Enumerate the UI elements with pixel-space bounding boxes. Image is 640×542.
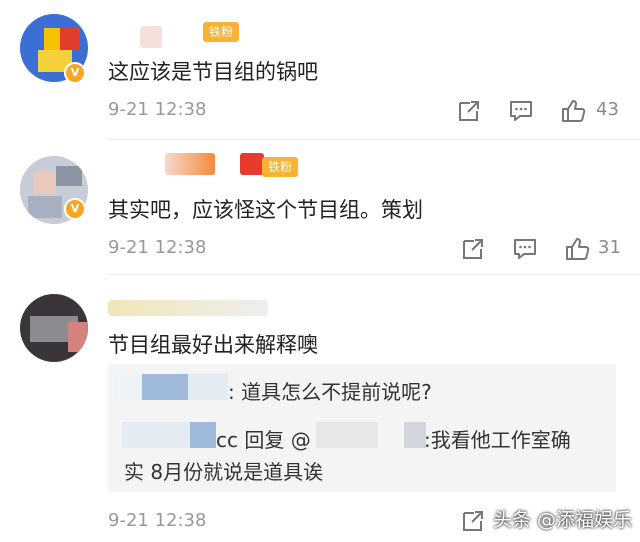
thumbs-up-icon[interactable] — [564, 236, 590, 262]
share-icon[interactable] — [456, 98, 482, 124]
verified-badge-icon: V — [64, 198, 86, 220]
reply-text: 实 8月份就说是道具诶 — [124, 460, 324, 484]
reply-box[interactable]: : 道具怎么不提前说呢? cc 回复 @ :我看他工作室确 实 8月份就说是道具… — [108, 364, 616, 492]
comment-time: 9-21 12:38 — [108, 99, 207, 120]
share-icon[interactable] — [460, 508, 486, 534]
comment-item: V 铁粉 其实吧，应该怪这个节目组。策划 9-21 12:38 31 — [0, 140, 640, 280]
comment-text: 节目组最好出来解释噢 — [108, 333, 318, 357]
mosaic-blur — [188, 374, 228, 400]
fan-badge: 铁粉 — [203, 22, 240, 42]
username-blurred[interactable] — [108, 300, 268, 316]
avatar[interactable] — [20, 294, 88, 362]
comment-icon[interactable] — [508, 98, 534, 124]
comment-item: V 铁粉 这应该是节目组的锅吧 9-21 12:38 43 — [0, 0, 640, 140]
username-blurred[interactable] — [165, 153, 215, 175]
like-count: 43 — [596, 99, 619, 120]
verified-badge-icon: V — [64, 62, 86, 84]
share-icon[interactable] — [460, 236, 486, 262]
comment-text: 这应该是节目组的锅吧 — [108, 60, 318, 84]
username-blurred[interactable] — [140, 26, 162, 48]
comment-time: 9-21 12:38 — [108, 237, 207, 258]
fan-badge: 铁粉 — [262, 157, 299, 177]
mosaic-blur — [142, 374, 188, 400]
reply-text: :我看他工作室确 — [424, 428, 571, 452]
watermark: 头条 @添福娱乐 — [492, 509, 632, 531]
mosaic-blur — [122, 422, 190, 448]
divider — [108, 274, 640, 275]
comment-time: 9-21 12:38 — [108, 510, 207, 531]
reply-text: cc 回复 @ — [216, 428, 311, 452]
username-blurred — [240, 153, 264, 175]
mosaic-blur — [190, 422, 216, 448]
mosaic-blur — [404, 422, 426, 448]
comment-icon[interactable] — [512, 236, 538, 262]
mosaic-blur — [316, 422, 378, 448]
thumbs-up-icon[interactable] — [560, 98, 586, 124]
reply-text: : 道具怎么不提前说呢? — [228, 380, 432, 404]
like-count: 31 — [598, 237, 621, 258]
mosaic-blur — [114, 374, 142, 400]
comment-text: 其实吧，应该怪这个节目组。策划 — [108, 198, 423, 222]
